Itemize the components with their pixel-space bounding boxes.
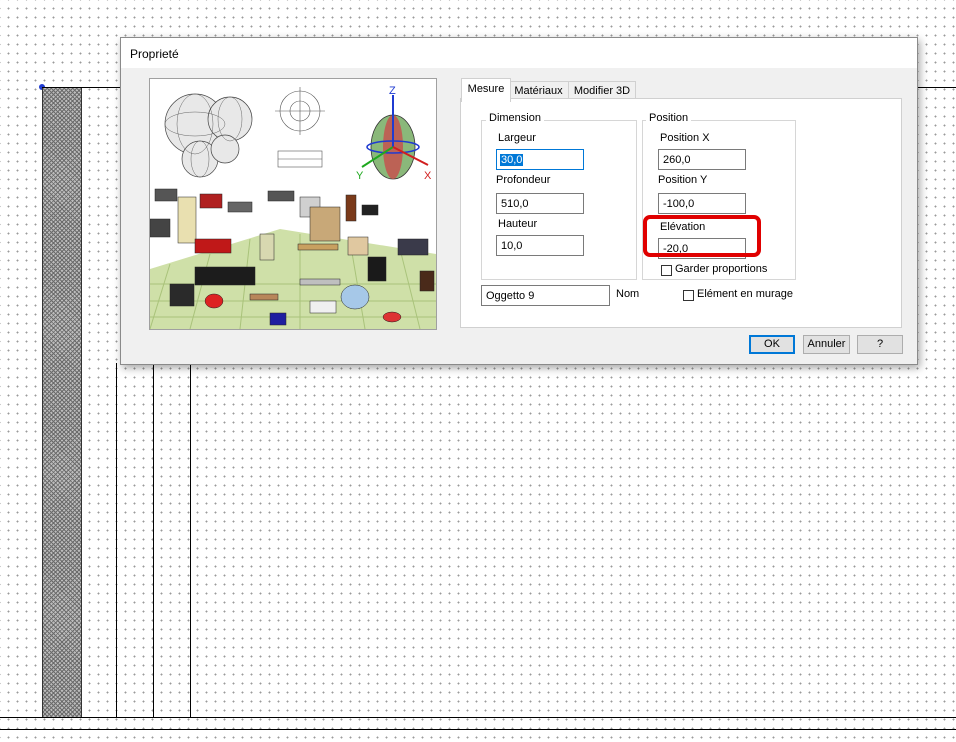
plan-vertical-line-3 [190,363,191,717]
object-name-field[interactable] [481,285,610,306]
plan-top-line [42,87,120,88]
plan-vertical-line-2 [153,363,154,717]
object-name-label: Nom [616,288,640,300]
plan-top-line-right [916,87,956,88]
ok-button[interactable]: OK [749,335,795,354]
elevation-highlight-box [643,215,761,257]
axis-x-label: X [424,170,432,182]
profondeur-label: Profondeur [496,174,551,186]
keep-proportions-checkbox[interactable] [661,265,672,276]
wall-element-label: Elément en murage [697,288,793,300]
dialog-titlebar[interactable]: Proprieté [121,38,917,68]
largeur-value: 30,0 [500,154,524,166]
properties-dialog: Proprieté Z Y X Mesure Matériaux Modifie… [120,37,918,365]
keep-proportions-label: Garder proportions [675,263,768,275]
plan-bottom-line-1 [0,717,956,718]
position-x-field[interactable] [658,149,746,170]
hauteur-field[interactable] [496,235,584,256]
help-button[interactable]: ? [857,335,903,354]
object-preview-image: Z Y X [149,78,437,330]
hauteur-label: Hauteur [498,218,538,230]
position-y-label: Position Y [658,174,708,186]
position-x-label: Position X [660,132,710,144]
position-group-label: Position [646,112,692,124]
profondeur-field[interactable] [496,193,584,214]
tab-mesure[interactable]: Mesure [461,78,511,102]
largeur-selected-text: 30,0 [500,154,524,166]
plan-bottom-line-2 [0,729,956,730]
plan-vertical-line-1 [116,363,117,717]
axis-z-label: Z [389,85,396,97]
dialog-title: Proprieté [130,47,179,61]
dimension-group-label: Dimension [486,112,544,124]
axis-y-label: Y [356,170,364,182]
wall-element-checkbox[interactable] [683,290,694,301]
cancel-button[interactable]: Annuler [803,335,850,354]
tab-pane-mesure: Dimension Largeur 30,0 Profondeur Hauteu… [460,98,902,328]
position-y-field[interactable] [658,193,746,214]
largeur-label: Largeur [498,132,536,144]
plan-hatched-wall [42,87,82,717]
preview-illustration: Z Y X [150,85,436,329]
